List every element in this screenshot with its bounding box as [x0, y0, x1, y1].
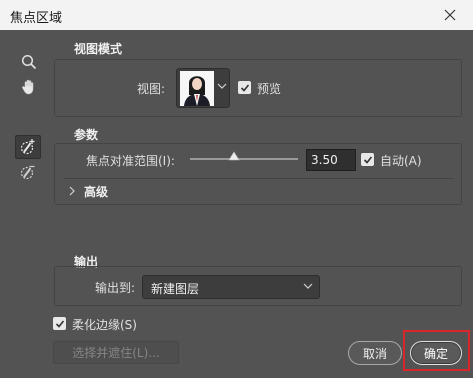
parameters-divider [64, 178, 454, 179]
focus-area-subtract-icon [20, 165, 35, 180]
auto-label: 自动(A) [380, 154, 422, 168]
slider-thumb-icon[interactable] [228, 151, 240, 161]
focus-area-add-tool[interactable] [15, 135, 41, 159]
cancel-button[interactable]: 取消 [348, 341, 402, 365]
dialog-title: 焦点区域 [10, 11, 63, 26]
advanced-toggle[interactable]: 高级 [66, 183, 186, 201]
view-thumbnail [180, 71, 214, 106]
chevron-down-icon [303, 283, 313, 289]
output-to-select[interactable]: 新建图层 [142, 275, 320, 299]
select-and-mask-button[interactable]: 选择并遮住(L)... [53, 341, 179, 364]
focus-area-dialog: 焦点区域 视图模式 视图: 预览 参数 焦点对准范围(I): 3.50 自动(A… [0, 0, 473, 378]
soften-edge-checkbox[interactable] [53, 317, 66, 330]
preview-label: 预览 [257, 82, 282, 96]
checkmark-icon [55, 319, 64, 328]
output-to-label: 输出到: [95, 281, 136, 295]
auto-checkbox[interactable] [361, 153, 374, 166]
chevron-right-icon [69, 186, 75, 196]
view-mode-title: 视图模式 [74, 42, 123, 56]
focus-range-slider[interactable] [190, 158, 298, 160]
focus-area-subtract-tool[interactable] [15, 160, 41, 184]
magnifier-icon [21, 54, 37, 70]
checkmark-icon [363, 155, 372, 164]
close-icon [444, 9, 456, 21]
checkmark-icon [240, 83, 249, 92]
focus-range-label: 焦点对准范围(I): [86, 154, 175, 168]
view-label: 视图: [137, 82, 166, 96]
ok-button[interactable]: 确定 [410, 341, 462, 365]
advanced-label: 高级 [84, 185, 109, 199]
parameters-title: 参数 [74, 128, 99, 142]
title-bar: 焦点区域 [0, 0, 473, 30]
hand-icon [22, 79, 34, 95]
soften-edge-label: 柔化边缘(S) [72, 318, 137, 332]
view-mode-picker[interactable] [176, 68, 230, 108]
output-to-value: 新建图层 [151, 282, 200, 296]
focus-area-add-icon [20, 139, 35, 155]
chevron-down-icon [217, 83, 227, 89]
close-button[interactable] [427, 0, 473, 30]
preview-checkbox[interactable] [238, 81, 251, 94]
zoom-tool[interactable] [16, 50, 42, 74]
focus-range-input[interactable]: 3.50 [306, 149, 356, 171]
portrait-thumbnail-icon [180, 71, 214, 106]
hand-tool[interactable] [16, 75, 42, 99]
